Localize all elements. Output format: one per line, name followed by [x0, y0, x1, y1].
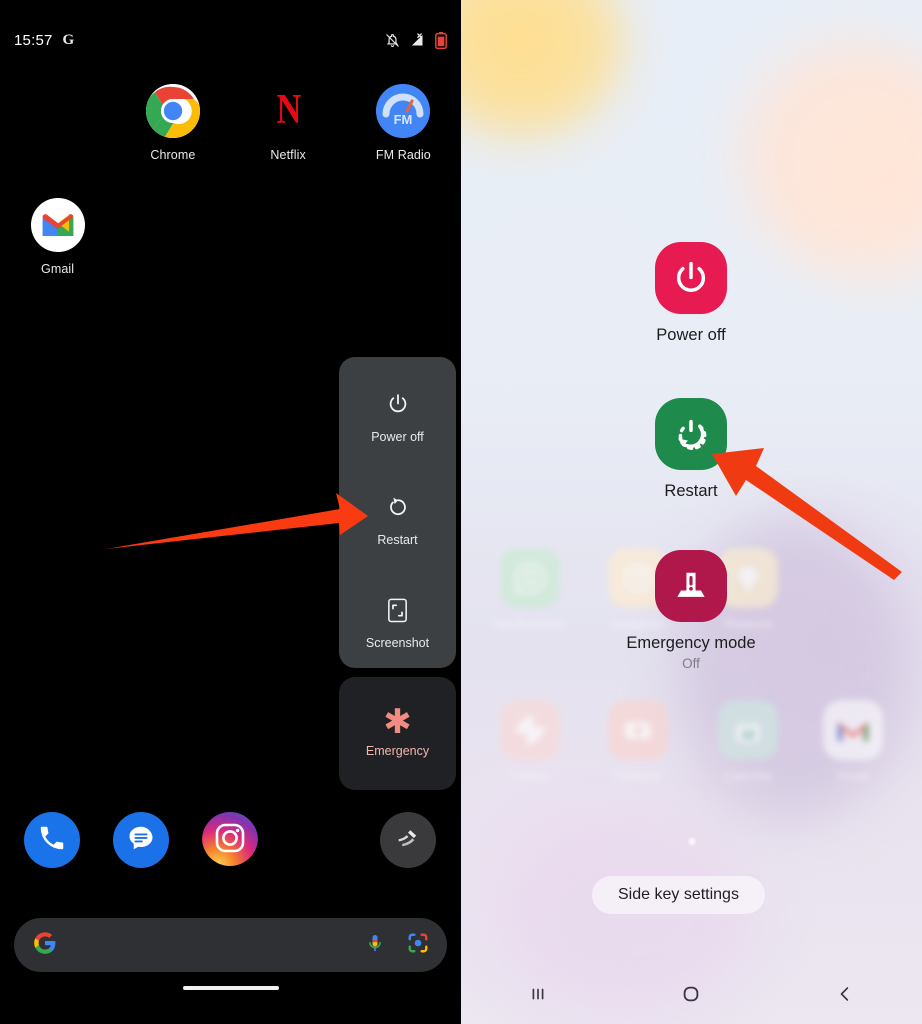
restart-icon — [386, 492, 410, 522]
microphone-icon[interactable] — [365, 933, 385, 958]
wallpaper-blob — [461, 0, 621, 135]
recents-button[interactable] — [503, 976, 573, 1016]
power-off-icon — [386, 389, 410, 419]
emergency-button[interactable]: ✱ Emergency — [339, 677, 456, 790]
app-label: Gmail — [41, 262, 75, 276]
background-app-label: Gallery — [510, 769, 549, 783]
assistant-icon — [394, 824, 422, 857]
power-menu-item-restart[interactable]: Restart — [591, 398, 791, 501]
instagram-icon — [202, 812, 258, 868]
dock-item-instagram[interactable] — [202, 812, 258, 868]
google-lens-icon[interactable] — [407, 932, 429, 959]
notifications-muted-icon — [385, 33, 400, 48]
svg-text:FM: FM — [394, 112, 413, 127]
assistant-badge-icon: G — [62, 31, 75, 48]
home-app-row-1: Chrome N Netflix FM FM Radio — [0, 84, 461, 162]
power-menu-item-label: Power off — [656, 326, 726, 344]
dock — [0, 812, 461, 868]
app-label: Chrome — [150, 148, 196, 162]
power-menu-panel: Power off Restart Screenshot — [339, 357, 456, 668]
power-menu-item-screenshot[interactable]: Screenshot — [339, 595, 456, 650]
emergency-label: Emergency — [365, 744, 430, 759]
home-app-row-2: Gmail — [0, 198, 461, 276]
gallery-icon — [500, 700, 560, 760]
power-menu-item-label: Power off — [371, 430, 424, 444]
camera-icon — [608, 700, 668, 760]
background-app-label: Camera — [616, 769, 660, 783]
background-app: Camera — [601, 700, 675, 783]
screenshot-icon — [386, 595, 409, 625]
app-label: Netflix — [270, 148, 306, 162]
wallpaper-blob — [741, 40, 922, 270]
side-key-settings-label: Side key settings — [618, 886, 739, 903]
status-bar: 15:57 G — [0, 22, 461, 58]
background-app-label: Calendar — [723, 769, 773, 783]
netflix-icon: N — [261, 84, 316, 138]
app-label: FM Radio — [375, 148, 431, 162]
bottom-bezel — [0, 1000, 461, 1024]
home-gesture-indicator[interactable] — [182, 986, 279, 990]
power-menu-item-label: Emergency mode — [626, 634, 756, 652]
background-app-label: Gmail — [837, 769, 869, 783]
power-menu-item-label: Screenshot — [365, 636, 430, 650]
chrome-icon — [145, 84, 200, 138]
back-icon — [834, 983, 856, 1010]
page-indicator-dot — [688, 838, 695, 845]
dock-item-phone[interactable] — [24, 812, 80, 868]
gmail-icon — [30, 198, 85, 252]
power-menu-item-restart[interactable]: Restart — [339, 492, 456, 547]
navigation-bar — [461, 968, 922, 1024]
dock-item-messages[interactable] — [113, 812, 169, 868]
right-phone-screen: WA Business Instagram Pinterest Gallery … — [461, 0, 922, 1024]
svg-text:12: 12 — [741, 728, 755, 742]
app-gmail[interactable]: Gmail — [0, 198, 115, 276]
google-search-bar[interactable] — [14, 918, 447, 972]
home-icon — [679, 982, 703, 1011]
emergency-mode-icon — [655, 550, 727, 622]
background-app: 12 Calendar — [711, 700, 785, 783]
background-app: WA Business — [493, 548, 567, 631]
background-app: Gmail — [816, 700, 890, 783]
left-phone-screen: 15:57 G Chrome N Netflix FM FM Radio Gma… — [0, 0, 461, 1024]
dock-item-assistant[interactable] — [380, 812, 436, 868]
power-menu-item-status: Off — [682, 656, 700, 671]
top-bezel — [0, 0, 461, 22]
power-menu-item-power-off[interactable]: Power off — [339, 389, 456, 444]
back-button[interactable] — [810, 976, 880, 1016]
google-g-icon — [32, 930, 58, 961]
home-button[interactable] — [656, 976, 726, 1016]
power-menu-item-label: Restart — [377, 533, 418, 547]
recents-icon — [527, 983, 549, 1010]
signal-no-service-icon — [410, 32, 425, 48]
app-fm-radio[interactable]: FM FM Radio — [346, 84, 461, 162]
power-menu-item-label: Restart — [664, 482, 718, 500]
background-app-label: WA Business — [494, 617, 566, 631]
app-netflix[interactable]: N Netflix — [231, 84, 346, 162]
power-off-icon — [655, 242, 727, 314]
whatsapp-business-icon — [500, 548, 560, 608]
restart-icon — [655, 398, 727, 470]
status-bar-icons — [385, 31, 447, 49]
power-menu-item-emergency-mode[interactable]: Emergency mode Off — [591, 550, 791, 671]
status-bar-clock: 15:57 — [14, 31, 53, 49]
background-app: Gallery — [493, 700, 567, 783]
calendar-icon: 12 — [718, 700, 778, 760]
battery-low-icon — [435, 31, 447, 49]
power-menu-item-power-off[interactable]: Power off — [591, 242, 791, 345]
messages-icon — [126, 823, 156, 858]
gmail-icon — [823, 700, 883, 760]
side-key-settings-button[interactable]: Side key settings — [592, 876, 765, 914]
app-chrome[interactable]: Chrome — [115, 84, 230, 162]
fm-radio-icon: FM — [376, 84, 431, 138]
screenshot-root: 15:57 G Chrome N Netflix FM FM Radio Gma… — [0, 0, 922, 1024]
emergency-asterisk-icon: ✱ — [383, 702, 412, 741]
phone-icon — [37, 823, 67, 858]
